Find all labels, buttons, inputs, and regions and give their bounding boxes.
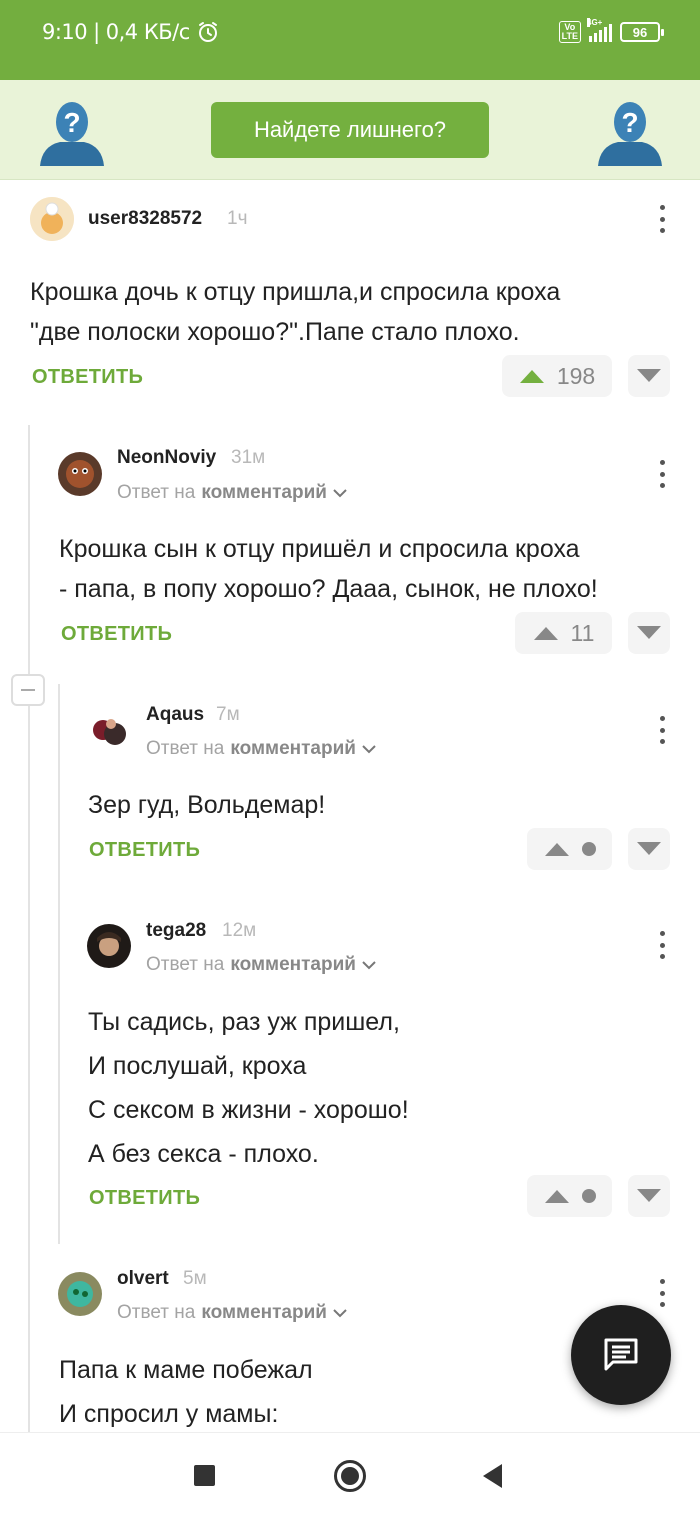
reply-button[interactable]: ОТВЕТИТЬ: [89, 1187, 200, 1210]
status-bar: 9:10 | 0,4 КБ/с Vo LTE 4G+ 96: [0, 0, 700, 80]
reply-target: комментарий: [230, 738, 356, 759]
chevron-down-icon: [333, 1309, 347, 1318]
vote-up-button[interactable]: 11: [515, 612, 612, 654]
status-left: 9:10 | 0,4 КБ/с: [42, 20, 220, 44]
comment-time: 12м: [222, 920, 257, 941]
rating: 198: [556, 362, 596, 389]
reply-button[interactable]: ОТВЕТИТЬ: [89, 839, 200, 862]
more-vertical-icon[interactable]: [658, 460, 666, 488]
signal-icon: 4G+: [587, 18, 612, 42]
status-time: 9:10: [42, 20, 88, 44]
vote-up-button[interactable]: [527, 1175, 612, 1217]
write-comment-button[interactable]: [571, 1305, 671, 1405]
avatar[interactable]: [87, 708, 131, 752]
reply-to[interactable]: Ответ на комментарий: [117, 1302, 347, 1324]
message-icon: [604, 1338, 638, 1371]
reply-target: комментарий: [201, 1302, 327, 1323]
username[interactable]: olvert: [117, 1268, 169, 1290]
more-vertical-icon[interactable]: [658, 205, 666, 233]
comment-line: А без секса - плохо.: [88, 1140, 319, 1168]
rating-hidden-dot: [581, 842, 596, 856]
comment-line: Ты садись, раз уж пришел,: [88, 1008, 400, 1036]
circle-icon[interactable]: [334, 1460, 366, 1492]
username[interactable]: Aqaus: [146, 704, 204, 726]
vote-up-button[interactable]: [527, 828, 612, 870]
arrow-up-icon: [544, 1190, 569, 1203]
comment-text: Папа к маме побежал И спросил у мамы:: [59, 1348, 313, 1436]
arrow-down-icon: [637, 1189, 661, 1202]
avatar[interactable]: [58, 452, 102, 496]
thread-line: [58, 684, 60, 1244]
rating-hidden-dot: [581, 1189, 596, 1203]
svg-text:?: ?: [63, 107, 80, 138]
mystery-person-icon: ?: [40, 102, 104, 166]
volte-icon: Vo LTE: [558, 21, 581, 43]
comment-time: 1ч: [227, 208, 248, 229]
username[interactable]: tega28: [146, 920, 206, 942]
vote-down-button[interactable]: [628, 828, 670, 870]
mystery-person-icon: ?: [598, 102, 662, 166]
comment-time: 5м: [183, 1268, 207, 1289]
arrow-down-icon: [637, 369, 661, 382]
status-speed: 0,4 КБ/с: [105, 20, 191, 44]
arrow-up-icon: [544, 843, 569, 856]
comment-line: Папа к маме побежал: [59, 1356, 313, 1384]
vote-down-button[interactable]: [628, 1175, 670, 1217]
reply-to[interactable]: Ответ на комментарий: [117, 482, 347, 504]
collapse-thread-button[interactable]: [11, 674, 45, 706]
comment-time: 7м: [216, 704, 240, 725]
avatar[interactable]: [87, 924, 131, 968]
arrow-down-icon: [637, 626, 661, 639]
arrow-up-icon: [533, 627, 558, 640]
rating: 11: [570, 619, 595, 646]
username[interactable]: NeonNoviy: [117, 447, 216, 469]
battery-level: 96: [632, 24, 648, 40]
square-icon[interactable]: [194, 1465, 215, 1486]
comment-text: Зер гуд, Вольдемар!: [88, 791, 326, 819]
svg-text:?: ?: [621, 107, 638, 138]
vote-down-button[interactable]: [628, 355, 670, 397]
comment-text: Ты садись, раз уж пришел, И послушай, кро…: [88, 1000, 409, 1176]
arrow-up-icon: [519, 370, 544, 383]
reply-button[interactable]: ОТВЕТИТЬ: [61, 623, 172, 646]
find-extra-button[interactable]: Найдете лишнего?: [211, 102, 489, 158]
reply-to[interactable]: Ответ на комментарий: [146, 738, 376, 760]
alarm-clock-icon: [198, 22, 217, 42]
chevron-down-icon: [362, 745, 376, 754]
more-vertical-icon[interactable]: [658, 716, 666, 744]
comment-text: Крошка сын к отцу пришёл и спросила крох…: [59, 535, 598, 603]
status-separator: |: [93, 20, 100, 44]
more-vertical-icon[interactable]: [658, 1279, 666, 1307]
reply-target: комментарий: [201, 482, 327, 503]
system-nav-bar: [0, 1432, 700, 1517]
username[interactable]: user8328572: [88, 208, 202, 230]
vote-down-button[interactable]: [628, 612, 670, 654]
reply-button[interactable]: ОТВЕТИТЬ: [32, 366, 143, 389]
reply-target: комментарий: [230, 954, 356, 975]
network-type: 4G+: [587, 18, 603, 27]
comment-line: И послушай, кроха: [88, 1052, 307, 1080]
chevron-down-icon: [333, 489, 347, 498]
promo-banner: ? Найдете лишнего? ?: [0, 80, 700, 180]
triangle-back-icon[interactable]: [483, 1464, 502, 1488]
status-right: Vo LTE 4G+ 96: [558, 18, 664, 43]
comment-text: Крошка дочь к отцу пришла,и спросила кро…: [30, 278, 561, 346]
avatar[interactable]: [30, 197, 74, 241]
reply-to[interactable]: Ответ на комментарий: [146, 954, 376, 976]
comment-time: 31м: [231, 447, 266, 468]
avatar[interactable]: [58, 1272, 102, 1316]
thread-line: [28, 425, 30, 1435]
arrow-down-icon: [637, 842, 661, 855]
vote-up-button[interactable]: 198: [502, 355, 612, 397]
battery-icon: 96: [620, 22, 664, 42]
comment-line: И спросил у мамы:: [59, 1400, 279, 1428]
chevron-down-icon: [362, 961, 376, 970]
comment-line: С сексом в жизни - хорошо!: [88, 1096, 409, 1124]
more-vertical-icon[interactable]: [658, 931, 666, 959]
